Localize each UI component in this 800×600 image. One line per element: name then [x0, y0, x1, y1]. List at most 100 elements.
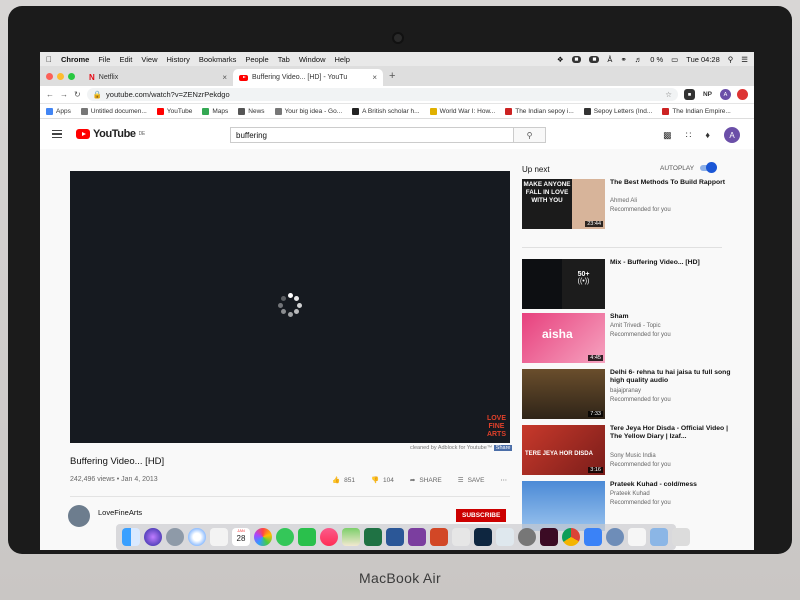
messages-icon[interactable] — [276, 528, 294, 546]
subscribe-button[interactable]: SUBSCRIBE — [456, 509, 507, 522]
close-window-button[interactable] — [46, 72, 53, 80]
menu-help[interactable]: Help — [335, 55, 350, 64]
dislike-button[interactable]: 👎 104 — [371, 476, 394, 485]
menu-icon[interactable] — [52, 130, 62, 138]
video-thumbnail[interactable]: 7:33 — [522, 369, 605, 419]
volume-icon[interactable]: ♬ — [635, 55, 643, 64]
menu-bookmarks[interactable]: Bookmarks — [199, 55, 237, 64]
save-button[interactable]: ☰ SAVE — [458, 476, 485, 485]
apps-icon[interactable]: ∷ — [686, 130, 692, 141]
search-input[interactable]: buffering — [230, 127, 514, 143]
profile-avatar[interactable]: A — [720, 89, 731, 100]
video-thumbnail[interactable]: MAKE ANYONE FALL IN LOVE WITH YOU 23:44 — [522, 179, 605, 229]
channel-name[interactable]: LoveFineArts — [98, 508, 142, 517]
extension-icon[interactable]: ■ — [684, 89, 695, 100]
siri-icon[interactable] — [144, 528, 162, 546]
minimize-window-button[interactable] — [57, 72, 64, 80]
cpu-temp-icon[interactable]: ■ — [571, 55, 582, 63]
recommendation-title[interactable]: Delhi 6- rehna tu hai jaisa tu full song… — [610, 369, 740, 385]
back-icon[interactable]: ← — [46, 90, 54, 99]
notification-center-icon[interactable]: ☰ — [741, 55, 748, 64]
photos-app-icon[interactable] — [210, 528, 228, 546]
bookmark-british-scholar[interactable]: A British scholar h... — [352, 107, 420, 115]
bookmark-youtube[interactable]: YouTube — [156, 107, 192, 115]
battery-percent[interactable]: 0 % — [650, 55, 663, 64]
bookmark-indian-empire[interactable]: The Indian Empire... — [662, 107, 731, 115]
bookmark-world-war[interactable]: World War I: How... — [429, 107, 495, 115]
video-thumbnail[interactable]: TERE JEYA HOR DISDA 3:16 — [522, 425, 605, 475]
excel-icon[interactable] — [364, 528, 382, 546]
word-icon[interactable] — [386, 528, 404, 546]
downloads-icon[interactable] — [650, 528, 668, 546]
recommendation-item[interactable]: TERE JEYA HOR DISDA 3:16 Tere Jeya Hor D… — [522, 425, 742, 477]
tab-netflix[interactable]: N Netflix × — [83, 69, 233, 86]
channel-avatar[interactable] — [68, 505, 90, 527]
recommendation-title[interactable]: Mix - Buffering Video... [HD] — [610, 259, 740, 267]
autoplay-toggle[interactable] — [700, 162, 717, 173]
indesign-icon[interactable] — [540, 528, 558, 546]
preview-icon[interactable] — [496, 528, 514, 546]
recommendation-channel[interactable]: Ahmed Ali — [610, 198, 637, 204]
tab-youtube[interactable]: Buffering Video... [HD] - YouTu × — [233, 69, 383, 86]
video-player[interactable]: LOVE FINE ARTS — [70, 171, 510, 443]
acrobat-icon[interactable] — [452, 528, 470, 546]
share-button[interactable]: ➦ SHARE — [410, 476, 442, 485]
document-icon[interactable] — [628, 528, 646, 546]
bookmark-sepoy-letters[interactable]: Sepoy Letters (Ind... — [583, 107, 652, 115]
youtube-logo[interactable]: YouTube DE — [76, 128, 145, 140]
close-tab-icon[interactable]: × — [372, 73, 377, 82]
system-preferences-icon[interactable] — [518, 528, 536, 546]
photos-icon[interactable] — [254, 528, 272, 546]
wifi-icon[interactable]: ⚭ — [620, 55, 626, 64]
recommendation-item[interactable]: aisha 4:45 Sham Amit Trivedi - Topic Rec… — [522, 313, 742, 365]
extension-np-icon[interactable]: NP — [701, 89, 714, 100]
account-avatar[interactable]: A — [724, 127, 740, 143]
recommendation-channel[interactable]: Sony Music India — [610, 453, 656, 459]
adblock-share-badge[interactable]: Share — [493, 445, 513, 451]
bookmark-untitled-doc[interactable]: Untitled documen... — [80, 107, 147, 115]
bookmark-maps[interactable]: Maps — [202, 107, 228, 115]
facetime-icon[interactable] — [298, 528, 316, 546]
close-tab-icon[interactable]: × — [222, 73, 227, 82]
music-icon[interactable] — [320, 528, 338, 546]
zoom-window-button[interactable] — [68, 72, 75, 80]
recommendation-item[interactable]: MAKE ANYONE FALL IN LOVE WITH YOU 23:44 … — [522, 179, 742, 231]
safari-icon[interactable] — [188, 528, 206, 546]
recommendation-title[interactable]: Sham — [610, 313, 740, 321]
video-thumbnail[interactable]: 50+ ((•)) — [522, 259, 605, 309]
video-thumbnail[interactable]: aisha 4:45 — [522, 313, 605, 363]
menu-tab[interactable]: Tab — [278, 55, 290, 64]
menu-history[interactable]: History — [167, 55, 190, 64]
bookmark-star-icon[interactable]: ☆ — [665, 90, 672, 99]
finder-icon[interactable] — [122, 528, 140, 546]
recommendation-channel[interactable]: bajajpranay — [610, 388, 641, 394]
menu-people[interactable]: People — [245, 55, 268, 64]
menu-view[interactable]: View — [141, 55, 157, 64]
notifications-bell-icon[interactable]: ♦ — [705, 130, 710, 140]
address-bar[interactable]: 🔒 youtube.com/watch?v=ZENzrPekdgo ☆ — [86, 88, 678, 101]
extension-red-icon[interactable] — [737, 89, 748, 100]
fan-icon[interactable]: ■ — [589, 55, 600, 63]
search-button[interactable]: ⚲ — [514, 127, 546, 143]
maps-app-icon[interactable] — [584, 528, 602, 546]
recommendation-item[interactable]: 50+ ((•)) Mix - Buffering Video... [HD] — [522, 259, 742, 311]
menu-file[interactable]: File — [98, 55, 110, 64]
bookmark-apps[interactable]: Apps — [46, 107, 71, 115]
bookmark-big-idea[interactable]: Your big idea - Go... — [274, 107, 342, 115]
bookmark-indian-sepoy[interactable]: The Indian sepoy i... — [505, 107, 574, 115]
menu-window[interactable]: Window — [299, 55, 326, 64]
recommendation-title[interactable]: The Best Methods To Build Rapport — [610, 179, 740, 187]
bookmark-news[interactable]: News — [238, 107, 265, 115]
dropbox-icon[interactable]: ❖ — [557, 55, 564, 64]
battery-icon[interactable]: ▭ — [671, 55, 678, 64]
photoshop-icon[interactable] — [474, 528, 492, 546]
chrome-icon[interactable] — [562, 528, 580, 546]
recommendation-channel[interactable]: Amit Trivedi - Topic — [610, 323, 661, 329]
menu-app-name[interactable]: Chrome — [61, 55, 89, 64]
forward-icon[interactable]: → — [60, 90, 68, 99]
recommendation-item[interactable]: 7:33 Delhi 6- rehna tu hai jaisa tu full… — [522, 369, 742, 421]
maps-icon[interactable] — [342, 528, 360, 546]
onenote-icon[interactable] — [408, 528, 426, 546]
create-video-icon[interactable]: ▩ — [663, 130, 672, 141]
calendar-icon[interactable]: JAN 28 — [232, 528, 250, 546]
